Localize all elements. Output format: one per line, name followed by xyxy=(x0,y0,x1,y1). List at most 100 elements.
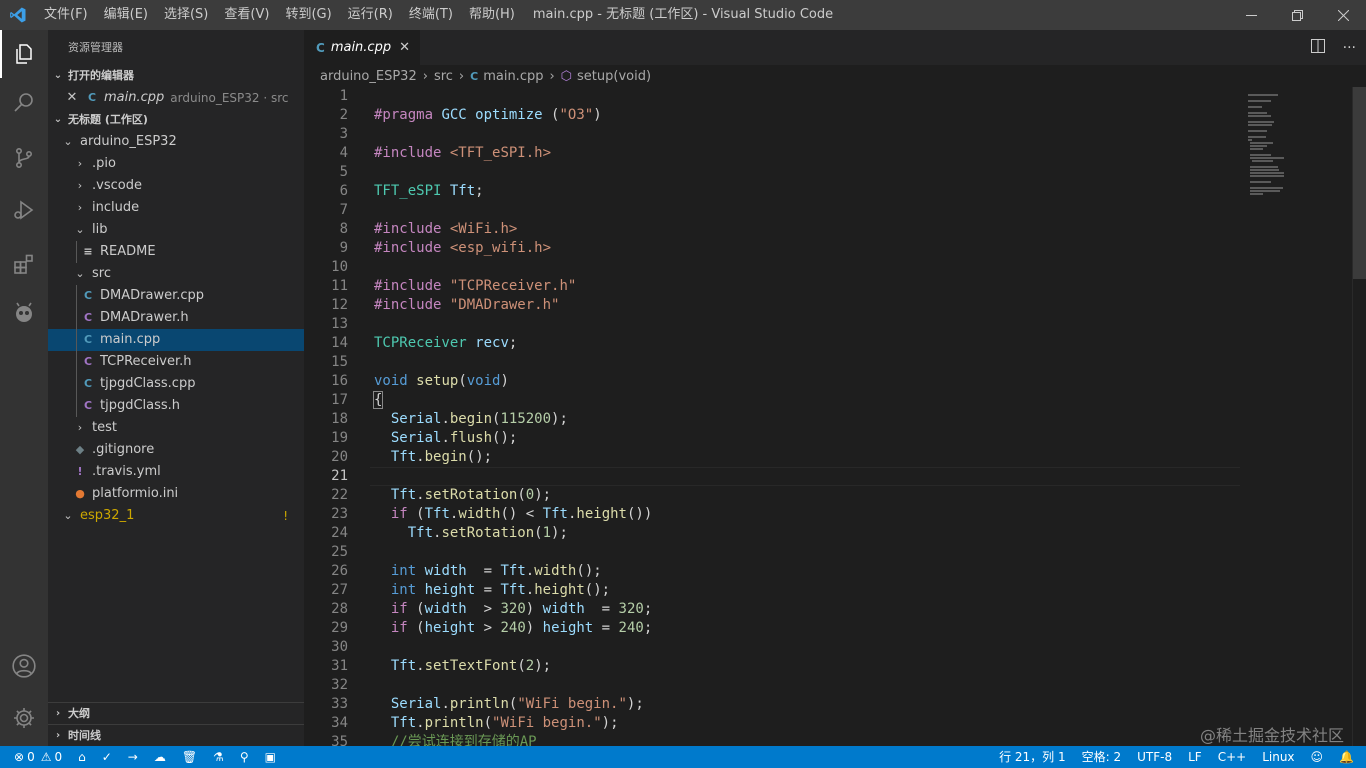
notifications-bell-icon[interactable]: 🔔 xyxy=(1331,746,1366,768)
code-line[interactable]: 25 xyxy=(304,543,1366,562)
source-control-icon[interactable] xyxy=(0,134,48,182)
tree-item[interactable]: CtjpgdClass.h xyxy=(48,395,304,417)
code-line[interactable]: 22 Tft.setRotation(0); xyxy=(304,486,1366,505)
timeline-header[interactable]: › 时间线 xyxy=(48,724,304,746)
tree-item[interactable]: › test xyxy=(48,417,304,439)
code-line[interactable]: 20 Tft.begin(); xyxy=(304,448,1366,467)
pio-remote-icon[interactable]: ☁ xyxy=(146,746,174,768)
code-line[interactable]: 28 if (width > 320) width = 320; xyxy=(304,600,1366,619)
minimap[interactable] xyxy=(1248,87,1352,746)
code-line[interactable]: 19 Serial.flush(); xyxy=(304,429,1366,448)
language-mode[interactable]: C++ xyxy=(1210,746,1255,768)
code-line[interactable]: 3 xyxy=(304,125,1366,144)
search-icon[interactable] xyxy=(0,78,48,126)
tree-item[interactable]: ≡ README xyxy=(48,241,304,263)
tree-item[interactable]: ⌄ src xyxy=(48,263,304,285)
tree-item[interactable]: CtjpgdClass.cpp xyxy=(48,373,304,395)
tree-item[interactable]: › include xyxy=(48,197,304,219)
pio-terminal-icon[interactable]: ▣ xyxy=(257,746,284,768)
code-line[interactable]: 13 xyxy=(304,315,1366,334)
workspace-header[interactable]: ⌄ 无标题 (工作区) xyxy=(48,109,304,131)
breadcrumb-symbol[interactable]: setup(void) xyxy=(577,69,651,84)
pio-monitor-icon[interactable]: ⚲ xyxy=(232,746,257,768)
tree-item[interactable]: ⌄ lib xyxy=(48,219,304,241)
code-line[interactable]: 6 TFT_eSPI Tft; xyxy=(304,182,1366,201)
pio-test-icon[interactable]: ⚗ xyxy=(205,746,232,768)
code-line[interactable]: 31 Tft.setTextFont(2); xyxy=(304,657,1366,676)
code-line[interactable]: 32 xyxy=(304,676,1366,695)
settings-gear-icon[interactable] xyxy=(0,694,48,742)
tree-item[interactable]: › .vscode xyxy=(48,175,304,197)
code-line[interactable]: 27 int height = Tft.height(); xyxy=(304,581,1366,600)
cursor-position[interactable]: 行 21，列 1 xyxy=(991,746,1074,768)
pio-clean-icon[interactable]: 🗑 xyxy=(174,746,205,768)
close-button[interactable] xyxy=(1320,0,1366,30)
code-line[interactable]: 11 #include "TCPReceiver.h" xyxy=(304,277,1366,296)
code-line[interactable]: 17 { xyxy=(304,391,1366,410)
menu-item[interactable]: 查看(V) xyxy=(216,0,277,30)
code-line[interactable]: 5 xyxy=(304,163,1366,182)
tree-item[interactable]: ⌄ arduino_ESP32 xyxy=(48,131,304,153)
menu-item[interactable]: 运行(R) xyxy=(340,0,401,30)
platformio-icon[interactable] xyxy=(0,290,48,338)
tab-close-icon[interactable]: ✕ xyxy=(399,40,410,55)
tree-item[interactable]: ⌄ esp32_1! xyxy=(48,505,304,527)
platform[interactable]: Linux xyxy=(1254,746,1302,768)
code-line[interactable]: 33 Serial.println("WiFi begin."); xyxy=(304,695,1366,714)
code-line[interactable]: 15 xyxy=(304,353,1366,372)
run-debug-icon[interactable] xyxy=(0,186,48,234)
code-line[interactable]: 26 int width = Tft.width(); xyxy=(304,562,1366,581)
open-editor-item[interactable]: ✕ C main.cpp arduino_ESP32 · src xyxy=(48,87,304,109)
indentation[interactable]: 空格: 2 xyxy=(1074,746,1130,768)
split-editor-icon[interactable] xyxy=(1310,38,1325,57)
tree-item[interactable]: ◆ .gitignore xyxy=(48,439,304,461)
code-line[interactable]: 14 TCPReceiver recv; xyxy=(304,334,1366,353)
outline-header[interactable]: › 大纲 xyxy=(48,702,304,724)
tree-item[interactable]: C TCPReceiver.h xyxy=(48,351,304,373)
code-line[interactable]: 8 #include <WiFi.h> xyxy=(304,220,1366,239)
minimize-button[interactable] xyxy=(1228,0,1274,30)
more-actions-icon[interactable]: ··· xyxy=(1343,40,1356,56)
code-line[interactable]: 21 xyxy=(304,467,1366,486)
feedback-icon[interactable]: ☺ xyxy=(1303,746,1332,768)
restore-button[interactable] xyxy=(1274,0,1320,30)
code-line[interactable]: 16 void setup(void) xyxy=(304,372,1366,391)
pio-home-icon[interactable]: ⌂ xyxy=(70,746,94,768)
pio-upload-icon[interactable]: → xyxy=(120,746,146,768)
scrollbar-thumb[interactable] xyxy=(1353,87,1366,279)
menu-item[interactable]: 选择(S) xyxy=(156,0,216,30)
code-line[interactable]: 2 #pragma GCC optimize ("O3") xyxy=(304,106,1366,125)
end-of-line[interactable]: LF xyxy=(1180,746,1210,768)
pio-build-icon[interactable]: ✓ xyxy=(94,746,120,768)
extensions-icon[interactable] xyxy=(0,240,48,288)
code-line[interactable]: 1 xyxy=(304,87,1366,106)
vertical-scrollbar[interactable] xyxy=(1352,87,1366,746)
open-editors-header[interactable]: ⌄ 打开的编辑器 xyxy=(48,65,304,87)
tree-item[interactable]: Cmain.cpp xyxy=(48,329,304,351)
code-line[interactable]: 29 if (height > 240) height = 240; xyxy=(304,619,1366,638)
code-line[interactable]: 30 xyxy=(304,638,1366,657)
code-line[interactable]: 7 xyxy=(304,201,1366,220)
breadcrumb-folder[interactable]: arduino_ESP32 xyxy=(320,69,417,84)
code-line[interactable]: 23 if (Tft.width() < Tft.height()) xyxy=(304,505,1366,524)
breadcrumb-file[interactable]: main.cpp xyxy=(483,69,543,84)
code-line[interactable]: 9 #include <esp_wifi.h> xyxy=(304,239,1366,258)
code-editor[interactable]: 1 2 #pragma GCC optimize ("O3") 3 4 #include … xyxy=(304,87,1366,746)
tree-item[interactable]: ● platformio.ini xyxy=(48,483,304,505)
breadcrumb-src[interactable]: src xyxy=(434,69,453,84)
code-line[interactable]: 12 #include "DMADrawer.h" xyxy=(304,296,1366,315)
account-icon[interactable] xyxy=(0,642,48,690)
tree-item[interactable]: › .pio xyxy=(48,153,304,175)
code-line[interactable]: 4 #include <TFT_eSPI.h> xyxy=(304,144,1366,163)
menu-item[interactable]: 文件(F) xyxy=(36,0,96,30)
menu-item[interactable]: 终端(T) xyxy=(401,0,461,30)
code-line[interactable]: 24 Tft.setRotation(1); xyxy=(304,524,1366,543)
code-line[interactable]: 10 xyxy=(304,258,1366,277)
close-icon[interactable]: ✕ xyxy=(64,87,80,109)
code-line[interactable]: 18 Serial.begin(115200); xyxy=(304,410,1366,429)
explorer-icon[interactable] xyxy=(0,30,48,78)
tree-item[interactable]: C DMADrawer.h xyxy=(48,307,304,329)
menu-item[interactable]: 编辑(E) xyxy=(96,0,156,30)
encoding[interactable]: UTF-8 xyxy=(1129,746,1180,768)
tree-item[interactable]: ! .travis.yml xyxy=(48,461,304,483)
